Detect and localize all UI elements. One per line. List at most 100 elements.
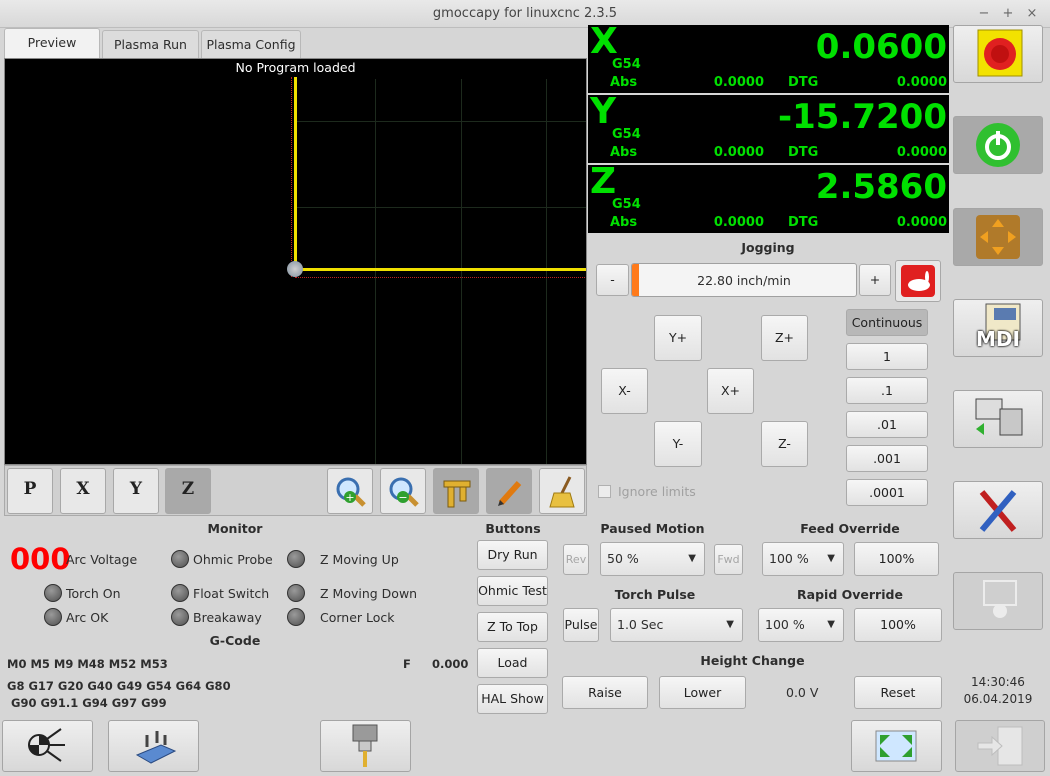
dro-y: Y G54 -15.7200 Abs 0.0000 DTG 0.0000	[588, 91, 949, 163]
paused-speed-select[interactable]: 50 % ▼	[600, 542, 705, 576]
z-to-top-button[interactable]: Z To Top	[477, 612, 548, 642]
zoom-in-button[interactable]: +	[327, 468, 373, 514]
load-sheet-button[interactable]: Load Sheet	[477, 648, 548, 698]
dro-y-value: -15.7200	[778, 97, 947, 137]
torch-pulse-button[interactable]: Pulse	[563, 608, 599, 642]
broom-icon	[549, 476, 575, 508]
feed-override-select[interactable]: 100 % ▼	[762, 542, 844, 576]
view-p-button[interactable]: P	[7, 468, 53, 514]
tool-button[interactable]	[320, 720, 411, 772]
tab-plasma-run[interactable]: Plasma Run	[102, 30, 199, 58]
chevron-down-icon: ▼	[726, 619, 734, 630]
height-raise-button[interactable]: Raise	[562, 676, 648, 709]
paused-fwd-button[interactable]: Fwd	[714, 544, 743, 575]
gcode-preview[interactable]: No Program loaded	[4, 58, 587, 465]
increment-0-1-button[interactable]: .1	[846, 377, 928, 404]
increment-0-0001-button[interactable]: .0001	[846, 479, 928, 506]
dro-x-axis: X	[590, 21, 618, 62]
increment-0-001-button[interactable]: .001	[846, 445, 928, 472]
dro-z-value: 2.5860	[815, 167, 947, 207]
increment-1-button[interactable]: 1	[846, 343, 928, 370]
svg-text:−: −	[398, 491, 407, 504]
increment-continuous-button[interactable]: Continuous	[846, 309, 928, 336]
edit-button[interactable]	[486, 468, 532, 514]
jog-speed-value: 22.80 inch/min	[697, 273, 791, 288]
rapid-override-title: Rapid Override	[797, 587, 903, 602]
exit-button[interactable]	[955, 720, 1045, 772]
jogging-title: Jogging	[741, 240, 795, 255]
manual-mode-button[interactable]	[953, 208, 1043, 266]
mdi-label: MDI	[976, 327, 1020, 351]
chevron-down-icon: ▼	[827, 619, 835, 630]
settings-button[interactable]	[953, 481, 1043, 539]
jog-y-minus-button[interactable]: Y-	[654, 421, 702, 467]
fullscreen-button[interactable]	[851, 720, 942, 772]
arc-voltage-label: Arc Voltage	[66, 552, 138, 567]
torch-pulse-duration: 1.0 Sec	[617, 617, 664, 632]
jog-y-plus-button[interactable]: Y+	[654, 315, 702, 361]
height-reset-button[interactable]: Reset	[854, 676, 942, 709]
minimize-button[interactable]: −	[976, 6, 992, 21]
jog-z-plus-button[interactable]: Z+	[761, 315, 808, 361]
jog-x-minus-button[interactable]: X-	[601, 368, 648, 414]
maximize-button[interactable]: +	[1000, 6, 1016, 21]
turtle-rabbit-toggle[interactable]	[895, 260, 941, 302]
ignore-limits-checkbox[interactable]	[598, 485, 611, 498]
dro-z-system: G54	[612, 197, 641, 212]
rabbit-icon	[901, 265, 935, 297]
ohmic-test-button[interactable]: Ohmic Test	[477, 576, 548, 606]
arc-ok-label: Arc OK	[66, 610, 109, 625]
hal-show-button[interactable]: HAL Show	[477, 684, 548, 714]
dro-x-abs-label: Abs	[610, 75, 638, 90]
jog-z-minus-button[interactable]: Z-	[761, 421, 808, 467]
preview-toolbar: P X Y Z + −	[4, 465, 587, 516]
feed-override-reset-button[interactable]: 100%	[854, 542, 939, 576]
torch-pulse-select[interactable]: 1.0 Sec ▼	[610, 608, 743, 642]
auto-mode-button[interactable]	[953, 390, 1043, 448]
breakaway-led	[171, 608, 189, 626]
touch-off-button[interactable]	[108, 720, 199, 772]
jog-speed-minus-button[interactable]: -	[596, 264, 629, 296]
view-z-button[interactable]: Z	[165, 468, 211, 514]
zoom-out-icon: −	[389, 477, 419, 507]
torch-pulse-title: Torch Pulse	[614, 587, 696, 602]
gcode-feed-label: F	[403, 657, 411, 671]
exit-door-icon	[977, 726, 1023, 766]
mdi-mode-button[interactable]: MDI	[953, 299, 1043, 357]
view-y-button[interactable]: Y	[113, 468, 159, 514]
jog-x-plus-button[interactable]: X+	[707, 368, 754, 414]
jog-speed-slider[interactable]: 22.80 inch/min	[631, 263, 857, 297]
float-switch-led	[171, 584, 189, 602]
tab-preview[interactable]: Preview	[4, 28, 100, 58]
z-moving-up-label: Z Moving Up	[320, 552, 399, 567]
dro-y-abs-label: Abs	[610, 145, 638, 160]
zoom-out-button[interactable]: −	[380, 468, 426, 514]
show-dimensions-button[interactable]	[433, 468, 479, 514]
clock-time: 14:30:46	[971, 675, 1025, 689]
tab-plasma-config[interactable]: Plasma Config	[201, 30, 301, 58]
view-p-label: P	[23, 479, 37, 499]
increment-0-01-button[interactable]: .01	[846, 411, 928, 438]
rapid-override-select[interactable]: 100 % ▼	[758, 608, 844, 642]
user-tabs-button[interactable]	[953, 572, 1043, 630]
caliper-icon	[443, 480, 471, 508]
view-x-button[interactable]: X	[60, 468, 106, 514]
rapid-override-reset-button[interactable]: 100%	[854, 608, 942, 642]
svg-text:+: +	[345, 491, 354, 504]
clear-plot-button[interactable]	[539, 468, 585, 514]
corner-lock-led	[287, 608, 305, 626]
dro-z-axis: Z	[590, 161, 617, 202]
home-all-button[interactable]	[2, 720, 93, 772]
paused-rev-button[interactable]: Rev	[563, 544, 589, 575]
dry-run-button[interactable]: Dry Run	[477, 540, 548, 570]
machine-on-button[interactable]	[953, 116, 1043, 174]
clock-date: 06.04.2019	[963, 692, 1033, 706]
estop-button[interactable]	[953, 25, 1043, 83]
chevron-down-icon: ▼	[827, 553, 835, 564]
close-button[interactable]: ×	[1024, 6, 1040, 21]
height-lower-button[interactable]: Lower	[659, 676, 746, 709]
power-icon	[976, 123, 1020, 167]
jog-speed-plus-button[interactable]: +	[859, 264, 891, 296]
dro-x-dtg: 0.0000	[896, 75, 947, 90]
dro-y-system: G54	[612, 127, 641, 142]
